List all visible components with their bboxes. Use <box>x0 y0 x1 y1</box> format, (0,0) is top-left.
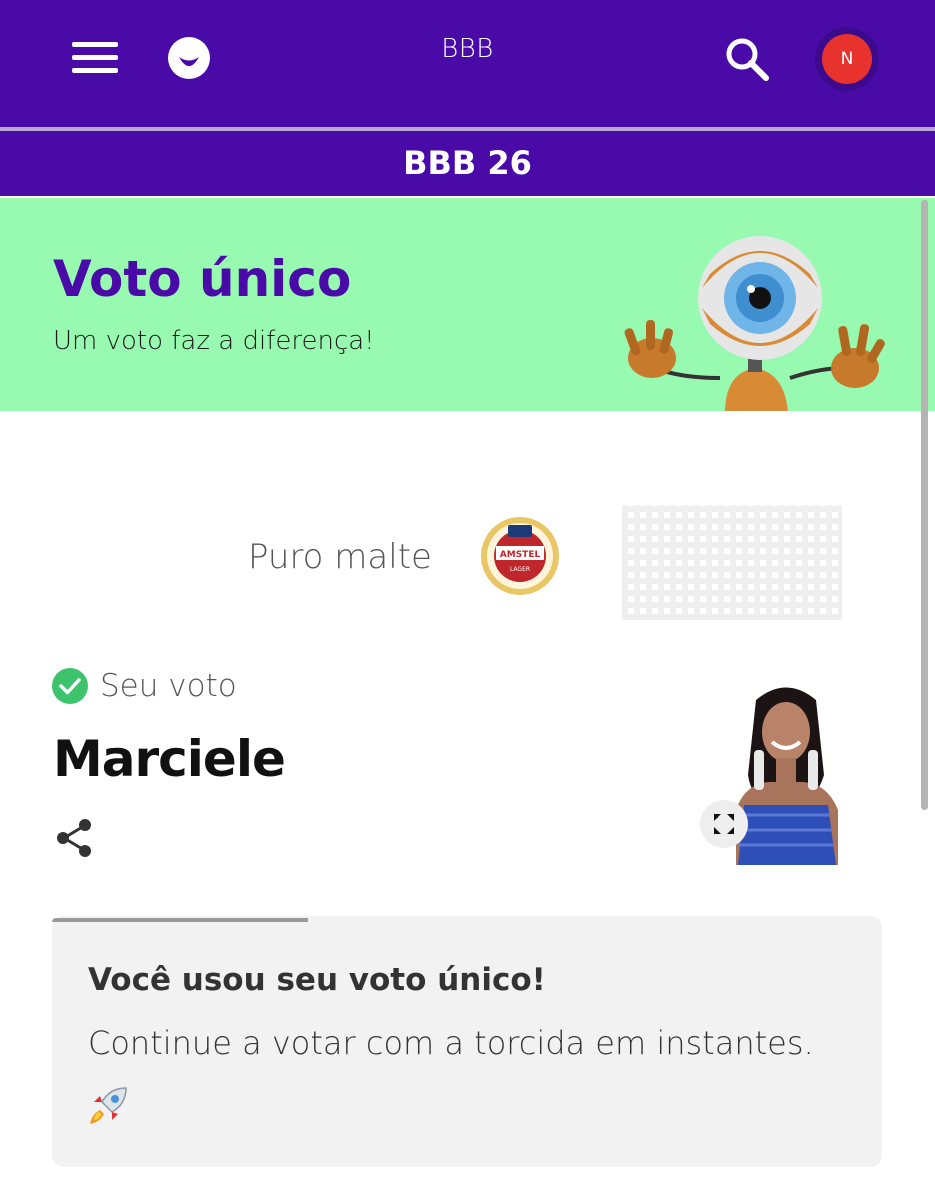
user-avatar[interactable]: N <box>815 27 879 91</box>
rocket-icon <box>90 1087 127 1124</box>
svg-text:LAGER: LAGER <box>510 566 530 573</box>
search-icon[interactable] <box>724 36 770 82</box>
expand-icon <box>714 814 734 834</box>
top-app-bar: BBB N <box>0 0 935 127</box>
amstel-lager-logo: AMSTEL LAGER <box>481 517 559 595</box>
section-subtitle-bar[interactable]: BBB 26 <box>0 131 935 196</box>
sponsor-tagline: Puro malte <box>248 537 432 577</box>
expand-photo-button[interactable] <box>700 800 748 848</box>
vote-banner: Voto único Um voto faz a diferença! <box>0 198 935 411</box>
candidate-name: Marciele <box>53 730 286 788</box>
svg-text:AMSTEL: AMSTEL <box>500 550 541 560</box>
check-circle-icon <box>52 668 88 704</box>
scrollbar[interactable] <box>921 200 928 810</box>
card-title: Você usou seu voto único! <box>88 962 546 998</box>
app-title: BBB <box>441 34 494 64</box>
qr-code <box>622 505 842 620</box>
card-message: Continue a votar com a torcida em instan… <box>88 1024 814 1062</box>
eye-mascot-illustration <box>624 236 885 411</box>
vote-status-label: Seu voto <box>100 668 237 704</box>
avatar-initial: N <box>822 34 872 84</box>
share-icon[interactable] <box>54 818 94 858</box>
banner-subtitle: Um voto faz a diferença! <box>53 326 375 356</box>
banner-title: Voto único <box>53 250 352 308</box>
card-progress-bar <box>52 918 308 922</box>
